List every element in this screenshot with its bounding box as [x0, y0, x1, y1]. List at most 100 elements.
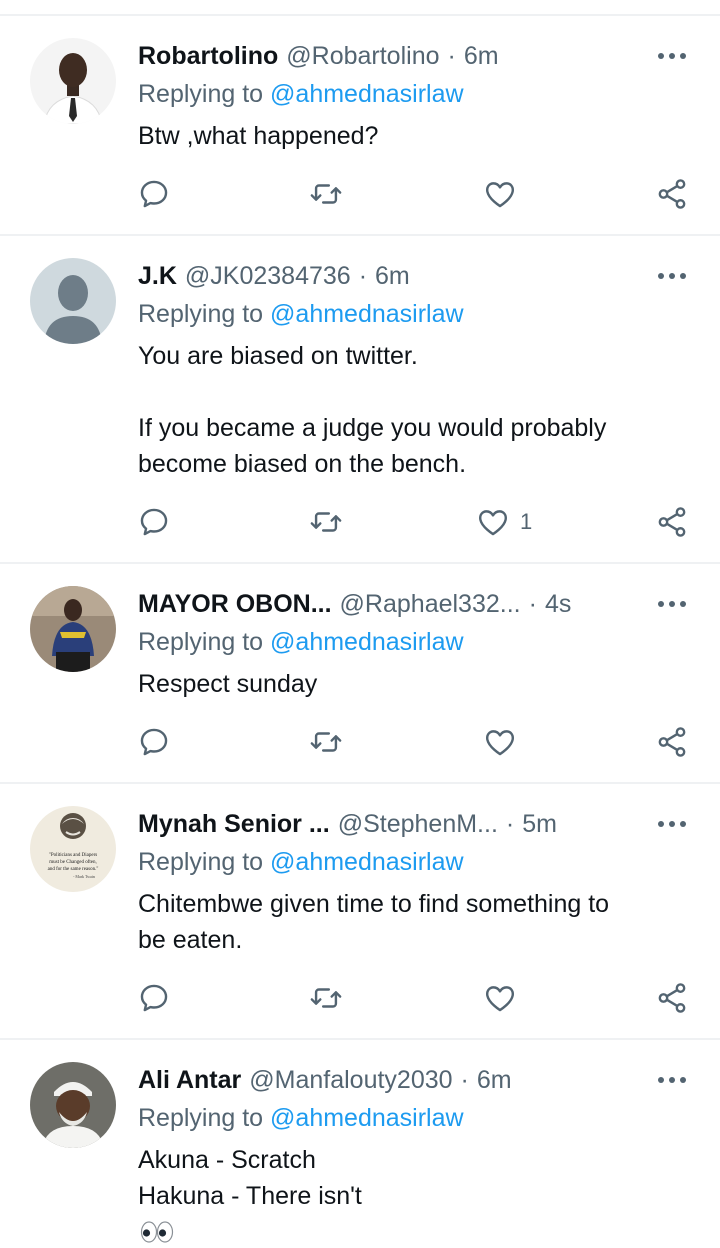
- heart-icon: [479, 510, 507, 536]
- author-name[interactable]: Robartolino: [138, 42, 278, 71]
- author-name[interactable]: J.K: [138, 262, 177, 291]
- action-bar: [0, 174, 720, 214]
- more-dots-icon: [658, 821, 686, 827]
- retweet-icon: [310, 988, 342, 1008]
- reply-tweet[interactable]: MAYOR OBON... @Raphael332... · 4s Replyi…: [0, 564, 720, 784]
- tweet-text-line: become biased on the bench.: [138, 450, 467, 478]
- replying-to-label: Replying to: [138, 1104, 264, 1132]
- tweet-text-line: Hakuna - There isn't: [138, 1182, 362, 1210]
- retweet-button[interactable]: [309, 502, 343, 542]
- avatar[interactable]: [30, 38, 116, 124]
- more-button[interactable]: [654, 258, 690, 294]
- reply-button[interactable]: [137, 502, 171, 542]
- mark-twain-quote-avatar-icon: "Politicians and Diapers must be Changed…: [30, 806, 116, 892]
- author-handle[interactable]: @Robartolino: [286, 42, 439, 71]
- author-name[interactable]: MAYOR OBON...: [138, 590, 332, 619]
- avatar[interactable]: [30, 1062, 116, 1148]
- reply-tweet[interactable]: J.K @JK02384736 · 6m Replying to @ahmedn…: [0, 236, 720, 564]
- mention-link[interactable]: @ahmednasirlaw: [270, 300, 464, 328]
- reply-feed: Robartolino @Robartolino · 6m Replying t…: [0, 0, 720, 1248]
- share-button[interactable]: [655, 174, 689, 214]
- separator: ·: [528, 589, 537, 618]
- reply-tweet[interactable]: Ali Antar @Manfalouty2030 · 6m Replying …: [0, 1040, 720, 1248]
- tweet-text: Respect sunday: [138, 666, 680, 702]
- reply-button[interactable]: [137, 722, 171, 762]
- reply-bubble-icon: [140, 984, 168, 1012]
- eyes-emoji-icon: [140, 1221, 174, 1243]
- mention-link[interactable]: @ahmednasirlaw: [270, 80, 464, 108]
- more-dots-icon: [658, 601, 686, 607]
- reply-tweet[interactable]: "Politicians and Diapers must be Changed…: [0, 784, 720, 1040]
- separator: ·: [460, 1065, 469, 1094]
- man-in-white-cap-avatar-icon: [30, 1062, 116, 1148]
- retweet-button[interactable]: [309, 722, 343, 762]
- author-name[interactable]: Mynah Senior ...: [138, 810, 330, 839]
- replying-to-label: Replying to: [138, 848, 264, 876]
- tweet-text-line: You are biased on twitter.: [138, 342, 418, 370]
- timestamp[interactable]: 6m: [464, 42, 499, 71]
- share-icon: [658, 727, 686, 757]
- author-name[interactable]: Ali Antar: [138, 1066, 241, 1095]
- more-button[interactable]: [654, 38, 690, 74]
- like-button[interactable]: 1: [476, 502, 532, 542]
- tweet-text: You are biased on twitter. If you became…: [138, 338, 680, 482]
- replying-to: Replying to @ahmednasirlaw: [138, 80, 464, 109]
- action-bar: [0, 978, 720, 1018]
- like-button[interactable]: [483, 174, 517, 214]
- reply-button[interactable]: [137, 978, 171, 1018]
- tweet-text: Chitembwe given time to find something t…: [138, 886, 680, 958]
- avatar[interactable]: [30, 258, 116, 344]
- reply-tweet[interactable]: Robartolino @Robartolino · 6m Replying t…: [0, 16, 720, 236]
- more-button[interactable]: [654, 586, 690, 622]
- share-button[interactable]: [655, 722, 689, 762]
- default-profile-avatar-icon: [30, 258, 116, 344]
- avatar[interactable]: [30, 586, 116, 672]
- heart-icon: [486, 730, 514, 756]
- eyes-emoji: [140, 1218, 174, 1248]
- replying-to: Replying to @ahmednasirlaw: [138, 300, 464, 329]
- share-icon: [658, 983, 686, 1013]
- timestamp[interactable]: 6m: [375, 262, 410, 291]
- tweet-text-line: If you became a judge you would probably: [138, 414, 607, 442]
- tweet-text-line: be eaten.: [138, 926, 243, 954]
- author-handle[interactable]: @Raphael332...: [340, 590, 521, 619]
- more-button[interactable]: [654, 1062, 690, 1098]
- heart-icon: [486, 986, 514, 1012]
- retweet-icon: [310, 512, 342, 532]
- man-in-jersey-avatar-icon: [30, 586, 116, 672]
- avatar[interactable]: "Politicians and Diapers must be Changed…: [30, 806, 116, 892]
- like-button[interactable]: [483, 722, 517, 762]
- tweet-text-line: Chitembwe given time to find something t…: [138, 890, 610, 918]
- reply-bubble-icon: [140, 728, 168, 756]
- more-dots-icon: [658, 273, 686, 279]
- mention-link[interactable]: @ahmednasirlaw: [270, 1104, 464, 1132]
- mention-link[interactable]: @ahmednasirlaw: [270, 848, 464, 876]
- tweet-text-line: Btw ,what happened?: [138, 122, 379, 150]
- retweet-icon: [310, 184, 342, 204]
- retweet-button[interactable]: [309, 174, 343, 214]
- like-button[interactable]: [483, 978, 517, 1018]
- replying-to-label: Replying to: [138, 300, 264, 328]
- more-button[interactable]: [654, 806, 690, 842]
- mention-link[interactable]: @ahmednasirlaw: [270, 628, 464, 656]
- author-handle[interactable]: @Manfalouty2030: [249, 1066, 452, 1095]
- share-button[interactable]: [655, 502, 689, 542]
- separator: ·: [447, 41, 456, 70]
- retweet-button[interactable]: [309, 978, 343, 1018]
- avatar-quote-line: "Politicians and Diapers: [49, 853, 97, 858]
- action-bar: 1: [0, 502, 720, 542]
- tweet-text: Btw ,what happened?: [138, 118, 680, 154]
- heart-icon: [486, 182, 514, 208]
- author-handle[interactable]: @StephenM...: [338, 810, 498, 839]
- reply-button[interactable]: [137, 174, 171, 214]
- author-handle[interactable]: @JK02384736: [185, 262, 351, 291]
- reply-bubble-icon: [140, 508, 168, 536]
- tweet-text-line: Akuna - Scratch: [138, 1146, 316, 1174]
- timestamp[interactable]: 6m: [477, 1066, 512, 1095]
- share-button[interactable]: [655, 978, 689, 1018]
- timestamp[interactable]: 4s: [545, 590, 571, 619]
- avatar-quote-line: must be Changed often,: [49, 860, 97, 865]
- like-count: 1: [520, 509, 533, 534]
- timestamp[interactable]: 5m: [522, 810, 557, 839]
- man-in-suit-avatar-icon: [30, 38, 116, 124]
